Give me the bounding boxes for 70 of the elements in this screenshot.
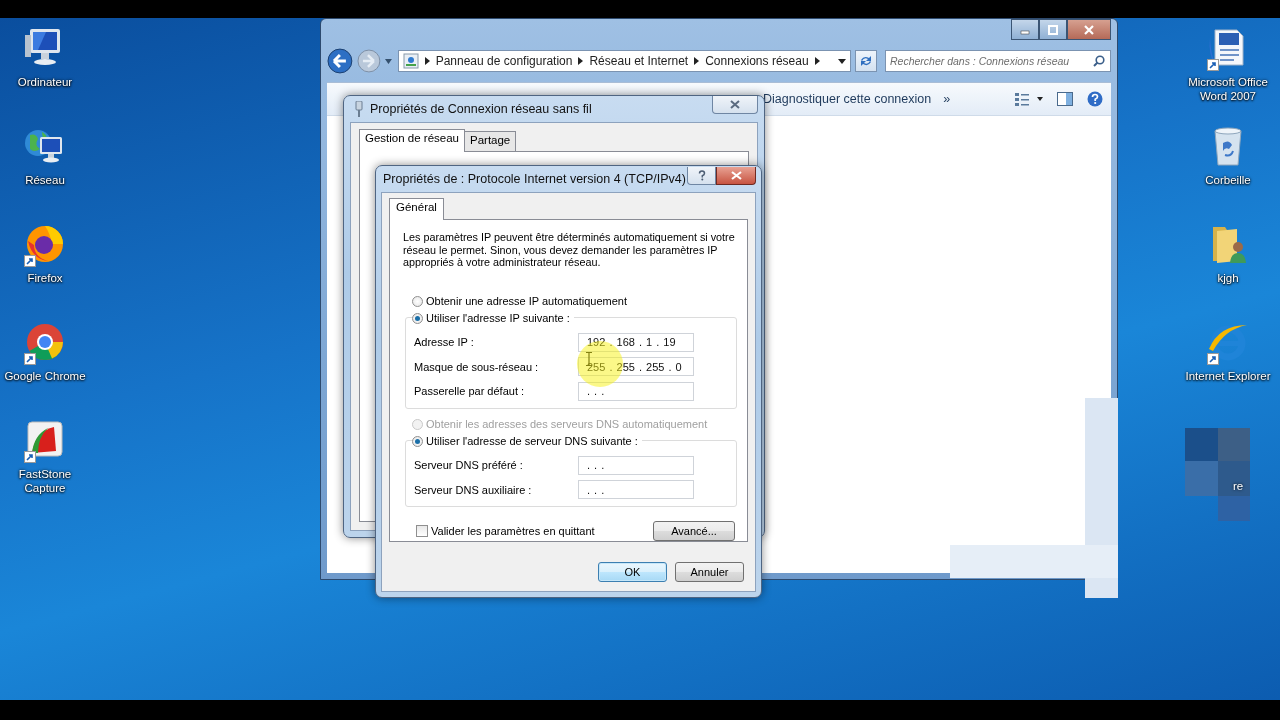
- toolbar-item[interactable]: »: [943, 92, 951, 106]
- icon-label: Ordinateur: [17, 75, 73, 89]
- caret-icon[interactable]: [384, 58, 392, 64]
- option-label[interactable]: Utiliser l'adresse IP suivante :: [426, 312, 570, 325]
- refresh-button[interactable]: [855, 50, 877, 72]
- maximize-button[interactable]: [1039, 19, 1067, 40]
- close-button[interactable]: [712, 96, 758, 114]
- option-label[interactable]: Obtenir une adresse IP automatiquement: [426, 295, 627, 308]
- breadcrumb-item[interactable]: Panneau de configuration: [435, 54, 573, 68]
- ip-address-field[interactable]: 192 . 168 . 1 . 19: [578, 332, 694, 352]
- icon-label: Internet Explorer: [1185, 369, 1271, 383]
- back-button[interactable]: [327, 48, 353, 74]
- tab[interactable]: Général: [389, 198, 444, 220]
- chevron-icon[interactable]: [694, 57, 700, 65]
- breadcrumb-item[interactable]: Connexions réseau: [705, 54, 809, 68]
- search-field[interactable]: Rechercher dans : Connexions réseau: [885, 50, 1111, 72]
- checkbox-label[interactable]: Valider les paramètres en quittant: [431, 525, 595, 537]
- field-label: Passerelle par défaut :: [414, 385, 526, 398]
- close-button[interactable]: [1067, 19, 1111, 40]
- icon-label: FastStone Capture: [17, 467, 73, 495]
- close-button[interactable]: [716, 167, 756, 185]
- option-label[interactable]: Utiliser l'adresse de serveur DNS suivante :: [426, 435, 638, 448]
- network-adapter-icon: [354, 101, 364, 117]
- help-icon[interactable]: [1087, 91, 1103, 107]
- chevron-icon[interactable]: [424, 57, 430, 65]
- close-icon: [730, 171, 742, 180]
- field-label: Serveur DNS préféré :: [414, 459, 524, 472]
- ip-address-field[interactable]: . . .: [578, 455, 694, 475]
- close-icon: [730, 100, 740, 109]
- chevron-icon[interactable]: [814, 57, 820, 65]
- ip-address-field[interactable]: . . .: [578, 381, 694, 401]
- view-options-icon[interactable]: [1015, 92, 1043, 106]
- radio-button[interactable]: [412, 295, 423, 307]
- checkbox[interactable]: [416, 525, 428, 537]
- chevron-icon[interactable]: [578, 57, 584, 65]
- tab[interactable]: Gestion de réseau: [359, 129, 465, 152]
- icon-label: Microsoft Office Word 2007: [1187, 75, 1269, 103]
- refresh-icon: [859, 55, 874, 67]
- radio-button[interactable]: [412, 435, 423, 447]
- field-label: Masque de sous-réseau :: [414, 360, 540, 373]
- close-icon: [1083, 24, 1095, 35]
- tab[interactable]: Partage: [464, 131, 517, 151]
- window-title: Propriétés de Connexion réseau sans fil: [370, 102, 592, 116]
- minimize-button[interactable]: [1011, 19, 1039, 40]
- icon-label: Réseau: [25, 173, 65, 187]
- icon-label: kjgh: [1217, 271, 1239, 285]
- icon-label: re: [1233, 480, 1244, 492]
- ip-address-field[interactable]: 255 . 255 . 255 . 0: [578, 357, 694, 377]
- ip-address-field[interactable]: . . .: [578, 480, 694, 500]
- maximize-icon: [1047, 24, 1059, 35]
- description-text: Les paramètres IP peuvent être déterminés automatiquement si votre réseau le permet. Sinon, vous devez demander les paramètres IP appropriés à votre administrateur réseau.: [403, 231, 736, 269]
- toolbar-item[interactable]: Diagnostiquer cette connexion: [763, 92, 932, 106]
- ok-button[interactable]: OK: [598, 562, 667, 582]
- field-label: Serveur DNS auxiliaire :: [414, 483, 533, 496]
- icon-label: Corbeille: [1205, 173, 1251, 187]
- breadcrumb-item[interactable]: Réseau et Internet: [589, 54, 689, 68]
- control-panel-icon: [402, 53, 419, 69]
- dropdown-caret-icon[interactable]: [838, 58, 847, 64]
- radio-button[interactable]: [412, 312, 423, 324]
- icon-label: Firefox: [27, 271, 63, 285]
- cancel-button[interactable]: Annuler: [675, 562, 744, 582]
- help-button[interactable]: [687, 167, 716, 185]
- address-bar[interactable]: Panneau de configuration Réseau et Internet Connexions réseau: [397, 50, 852, 72]
- icon-label: Google Chrome: [4, 369, 86, 383]
- field-label: Adresse IP :: [414, 336, 475, 349]
- window-title: Propriétés de : Protocole Internet version 4 (TCP/IPv4): [382, 171, 686, 186]
- question-mark-icon: [697, 170, 706, 181]
- preview-pane-icon[interactable]: [1057, 92, 1073, 106]
- advanced-button[interactable]: Avancé...: [653, 521, 735, 541]
- search-icon: [1093, 55, 1105, 67]
